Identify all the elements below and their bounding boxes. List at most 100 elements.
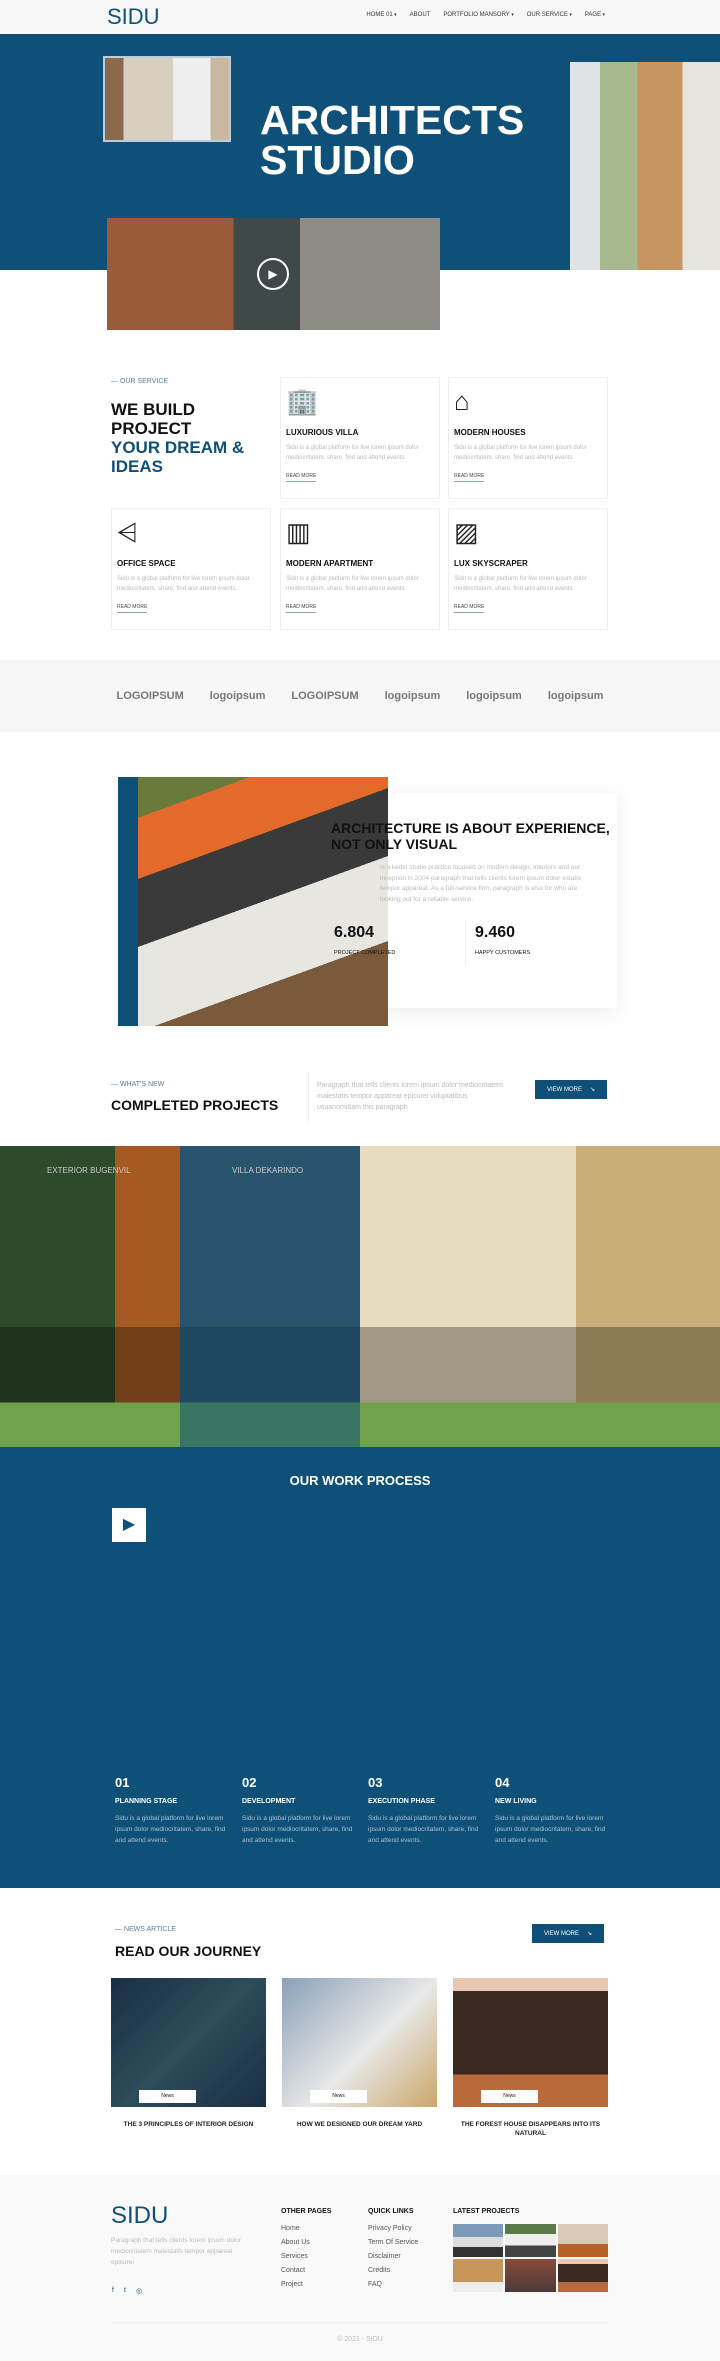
read-more-link[interactable]: READ MORE <box>117 604 148 613</box>
footer-text: Paragraph that tells clients lorem ipsum… <box>111 2237 242 2266</box>
parquet-icon: ▨ <box>454 517 479 547</box>
card-title: MODERN HOUSES <box>454 428 526 437</box>
latest-projects-grid <box>453 2224 608 2292</box>
footer-logo[interactable]: SIDU <box>111 2202 168 2230</box>
footer-link[interactable]: Services <box>281 2253 331 2260</box>
card-text: Sidu is a global platform for live lorem… <box>286 576 419 592</box>
news-card-title: HOW WE DESIGNED OUR DREAM YARD <box>296 2121 423 2128</box>
stat-customers-label: HAPPY CUSTOMERS <box>475 950 531 956</box>
partner-logo: logoipsum <box>547 690 604 702</box>
arrow-down-right-icon: ↘ <box>589 1087 596 1093</box>
read-more-link[interactable]: READ MORE <box>286 604 317 613</box>
process-video-play-button[interactable]: ▶ <box>112 1508 146 1542</box>
news-card[interactable]: News THE FOREST HOUSE DISAPPEARS INTO ITS… <box>453 1978 608 2138</box>
projects-gallery[interactable] <box>0 1146 720 1448</box>
stat-projects-label: PROJECT COMPLETED <box>334 950 396 956</box>
project-thumb[interactable] <box>453 2259 504 2292</box>
footer-link[interactable]: Disclaimer <box>368 2253 418 2260</box>
footer-link[interactable]: About Us <box>281 2239 331 2246</box>
project-thumb[interactable] <box>557 2224 608 2257</box>
menu-home[interactable]: HOME 01 <box>366 12 396 18</box>
footer-link[interactable]: Home <box>281 2225 331 2232</box>
stairs-icon: ⩤ <box>117 517 138 547</box>
news-card[interactable]: News HOW WE DESIGNED OUR DREAM YARD <box>282 1978 437 2129</box>
service-card[interactable]: ▨ LUX SKYSCRAPER Sidu is a global platform… <box>448 508 608 630</box>
news-image: News <box>453 1978 608 2107</box>
partner-logo: LOGOIPSUM <box>291 690 359 702</box>
footer-link[interactable]: Privacy Policy <box>368 2225 418 2232</box>
partner-logo: logoipsum <box>466 690 522 702</box>
gallery-item-label[interactable]: EXTERIOR BUGENVIL <box>47 1166 131 1175</box>
news-tag: News <box>310 2090 367 2103</box>
logo[interactable]: SIDU <box>107 4 160 30</box>
project-thumb[interactable] <box>505 2259 556 2292</box>
video-play-button[interactable]: ▶ <box>257 258 289 290</box>
card-title: LUXURIOUS VILLA <box>286 428 359 437</box>
service-card[interactable]: ⩤ OFFICE SPACE Sidu is a global platform f… <box>111 508 271 630</box>
news-tag: News <box>139 2090 196 2103</box>
footer-link[interactable]: FAQ <box>368 2281 418 2288</box>
stat-customers-value: 9.460 <box>475 924 516 941</box>
card-title: LUX SKYSCRAPER <box>454 559 528 568</box>
process-step: 02 DEVELOPMENT Sidu is a global platform f… <box>242 1775 353 1844</box>
card-text: Sidu is a global platform for live lorem… <box>454 576 587 592</box>
menu-service[interactable]: OUR SERVICE <box>527 12 572 18</box>
news-image: News <box>111 1978 266 2107</box>
service-title-accent: YOUR DREAM & IDEAS <box>111 438 245 476</box>
building-icon: 🏢 <box>286 386 319 416</box>
hero-image-kitchen <box>570 62 720 270</box>
read-more-link[interactable]: READ MORE <box>286 473 317 482</box>
projects-divider <box>308 1073 309 1123</box>
button-label: VIEW MORE <box>543 1930 579 1937</box>
instagram-icon[interactable]: ◎ <box>136 2287 142 2295</box>
projects-label: WHAT'S NEW <box>111 1081 164 1088</box>
projects-view-more-button[interactable]: VIEW MORE ↘ <box>535 1080 607 1099</box>
news-card[interactable]: News THE 3 PRINCIPLES OF INTERIOR DESIGN <box>111 1978 266 2129</box>
facebook-icon[interactable]: f <box>112 2287 114 2295</box>
gallery-hover-overlay[interactable] <box>180 1146 360 1448</box>
news-label: NEWS ARTICLE <box>115 1926 176 1933</box>
menu-about[interactable]: ABOUT <box>410 12 431 18</box>
hero-title-line2: STUDIO <box>260 137 415 183</box>
card-text: Sidu is a global platform for live lorem… <box>454 445 587 461</box>
card-title: MODERN APARTMENT <box>286 559 374 568</box>
footer-link[interactable]: Credits <box>368 2267 418 2274</box>
hero-image-hallway <box>103 56 231 142</box>
partner-logo: logoipsum <box>384 690 441 702</box>
play-icon: ▶ <box>268 267 278 281</box>
menu-page[interactable]: PAGE <box>585 12 605 18</box>
work-process-title: OUR WORK PROCESS <box>289 1473 431 1488</box>
project-thumb[interactable] <box>557 2259 608 2292</box>
menu-portfolio[interactable]: PORTFOLIO MANSORY <box>443 12 513 18</box>
footer-latest-projects: LATEST PROJECTS <box>453 2208 520 2215</box>
card-title: OFFICE SPACE <box>117 559 176 568</box>
play-icon: ▶ <box>122 1516 136 1533</box>
project-thumb[interactable] <box>453 2224 504 2257</box>
news-view-more-button[interactable]: VIEW MORE ↘ <box>532 1924 604 1943</box>
service-card[interactable]: 🏢 LUXURIOUS VILLA Sidu is a global platfor… <box>280 377 440 499</box>
news-title: READ OUR JOURNEY <box>115 1943 262 1959</box>
service-label: OUR SERVICE <box>111 378 168 385</box>
footer-link[interactable]: Term Of Service <box>368 2239 418 2246</box>
service-card[interactable]: ⌂ MODERN HOUSES Sidu is a global platform … <box>448 377 608 499</box>
twitter-icon[interactable]: t <box>124 2287 126 2295</box>
service-card[interactable]: ▥ MODERN APARTMENT Sidu is a global platfo… <box>280 508 440 630</box>
hero-title-line1: ARCHITECTS <box>260 97 525 143</box>
main-menu: HOME 01 ABOUT PORTFOLIO MANSORY OUR SERV… <box>366 12 605 18</box>
news-tag: News <box>481 2090 538 2103</box>
arrow-down-right-icon: ↘ <box>586 1931 593 1937</box>
read-more-link[interactable]: READ MORE <box>454 473 485 482</box>
house-icon: ⌂ <box>454 386 470 416</box>
partner-logo: LOGOIPSUM <box>116 690 184 702</box>
project-thumb[interactable] <box>505 2224 556 2257</box>
footer-link[interactable]: Contact <box>281 2267 331 2274</box>
process-step: 03 EXECUTION PHASE Sidu is a global platfo… <box>368 1775 479 1844</box>
footer <box>0 2175 720 2361</box>
projects-title: COMPLETED PROJECTS <box>111 1097 279 1113</box>
stat-projects-value: 6.804 <box>334 924 375 941</box>
gallery-item-label[interactable]: VILLA DEKARINDO <box>232 1166 303 1175</box>
work-process-section <box>0 1447 720 1888</box>
process-step: 04 NEW LIVING Sidu is a global platform fo… <box>495 1775 606 1844</box>
read-more-link[interactable]: READ MORE <box>454 604 485 613</box>
footer-link[interactable]: Project <box>281 2281 331 2288</box>
